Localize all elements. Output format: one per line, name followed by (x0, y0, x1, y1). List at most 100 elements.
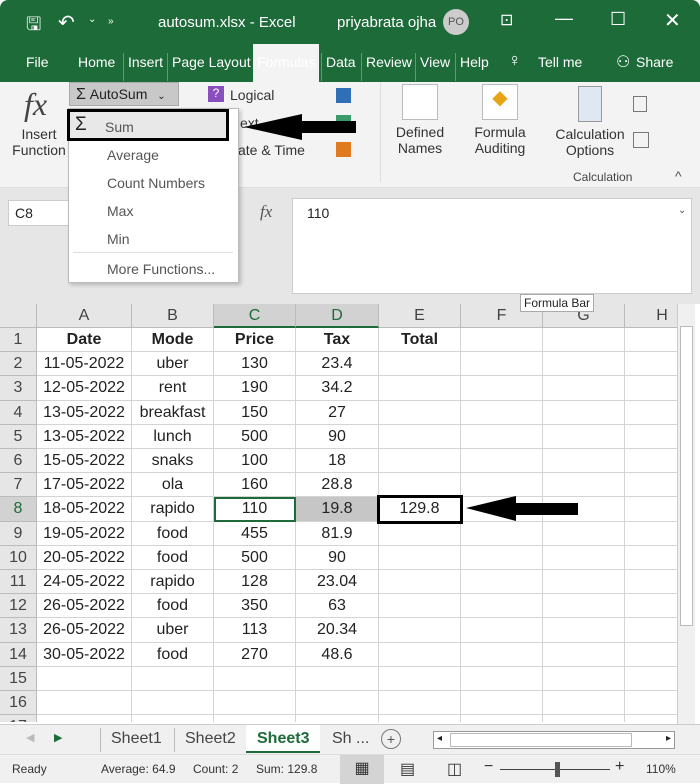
horizontal-scrollbar[interactable]: ◂ ▸ (433, 731, 675, 749)
row-header[interactable]: 9 (0, 521, 37, 546)
tab-file[interactable]: File (22, 53, 53, 81)
zoom-slider-thumb[interactable] (555, 762, 560, 777)
cell[interactable]: 100 (214, 449, 296, 474)
row-header[interactable]: 6 (0, 449, 37, 474)
cell[interactable]: 128 (214, 570, 296, 595)
cell[interactable]: 23.04 (296, 570, 379, 595)
cell[interactable] (214, 666, 296, 691)
row-header[interactable]: 17 (0, 715, 37, 722)
zoom-level[interactable]: 110% (646, 762, 676, 776)
maximize-icon[interactable]: ☐ (610, 9, 626, 30)
menu-item-min[interactable]: Min (107, 231, 130, 247)
row-header[interactable]: 2 (0, 352, 37, 377)
cell[interactable] (625, 328, 677, 353)
cell[interactable]: Mode (132, 328, 214, 353)
cell[interactable]: Price (214, 328, 296, 353)
row-header[interactable]: 7 (0, 473, 37, 498)
column-header-a[interactable]: A (37, 304, 132, 328)
add-sheet-icon[interactable]: + (381, 729, 401, 749)
cell[interactable] (543, 521, 625, 546)
cell[interactable] (625, 715, 677, 722)
cell[interactable] (625, 691, 677, 716)
row-header[interactable]: 4 (0, 400, 37, 425)
cell[interactable] (543, 449, 625, 474)
row-header[interactable]: 5 (0, 424, 37, 449)
calculation-options-button[interactable]: Calculation Options (552, 126, 628, 158)
cell[interactable] (625, 473, 677, 498)
cell[interactable] (543, 376, 625, 401)
tab-help[interactable]: Help (455, 53, 493, 81)
save-icon[interactable]: 🖫 (26, 12, 41, 42)
cell[interactable] (461, 400, 543, 425)
defined-names-button[interactable]: Defined Names (388, 124, 452, 156)
cell[interactable]: 130 (214, 352, 296, 377)
cell[interactable]: 13-05-2022 (37, 424, 132, 449)
scroll-left-icon[interactable]: ◂ (437, 733, 442, 744)
cell[interactable] (625, 425, 677, 449)
cell[interactable] (379, 400, 461, 425)
scroll-thumb[interactable] (680, 326, 693, 626)
cell[interactable]: 350 (214, 594, 296, 619)
scroll-left-icon[interactable]: ◀ (26, 731, 34, 744)
column-header-e[interactable]: E (379, 304, 461, 328)
row-header[interactable]: 8 (0, 497, 37, 522)
cell[interactable] (543, 570, 625, 595)
cell[interactable]: ola (132, 473, 214, 498)
page-break-view-icon[interactable]: ◫ (447, 759, 462, 779)
row-header[interactable]: 15 (0, 666, 37, 691)
cell[interactable]: 18-05-2022 (37, 497, 132, 522)
undo-icon[interactable]: ↶ (58, 10, 75, 35)
tell-me-search[interactable]: Tell me (534, 53, 586, 81)
cell[interactable]: 27 (296, 400, 379, 425)
cell[interactable]: 110 (214, 497, 296, 522)
cell[interactable] (543, 424, 625, 449)
cell[interactable] (625, 522, 677, 546)
cell[interactable] (543, 328, 625, 353)
cell[interactable] (625, 449, 677, 474)
cell[interactable]: uber (132, 352, 214, 377)
column-header-c[interactable]: C (214, 304, 296, 328)
cell[interactable] (461, 570, 543, 595)
row-header[interactable]: 13 (0, 618, 37, 643)
cell[interactable] (461, 424, 543, 449)
cell[interactable]: 24-05-2022 (37, 570, 132, 595)
cell[interactable] (625, 643, 677, 667)
cell[interactable] (37, 691, 132, 716)
cell[interactable]: Total (379, 328, 461, 353)
normal-view-icon[interactable]: ▦ (340, 755, 384, 784)
cell[interactable]: 160 (214, 473, 296, 498)
cell[interactable] (296, 691, 379, 716)
cell[interactable]: 90 (296, 545, 379, 570)
cell[interactable]: 48.6 (296, 642, 379, 667)
cell[interactable]: 18 (296, 449, 379, 474)
cell[interactable]: snaks (132, 449, 214, 474)
cell[interactable]: 13-05-2022 (37, 400, 132, 425)
scroll-right-icon[interactable]: ▶ (54, 731, 62, 744)
cell[interactable]: 500 (214, 545, 296, 570)
sheet-tab[interactable]: Sh ... (322, 728, 379, 752)
cell[interactable] (461, 691, 543, 716)
zoom-out-icon[interactable]: − (484, 758, 493, 776)
cell[interactable]: 12-05-2022 (37, 376, 132, 401)
cell[interactable]: Tax (296, 328, 379, 353)
chevron-down-icon[interactable]: ⌄ (88, 14, 96, 25)
share-button[interactable]: Share (632, 53, 677, 81)
cell[interactable] (461, 449, 543, 474)
cell[interactable]: 270 (214, 642, 296, 667)
cell[interactable] (625, 401, 677, 425)
column-header-d[interactable]: D (296, 304, 379, 328)
close-icon[interactable]: ✕ (664, 8, 681, 33)
cell[interactable]: 113 (214, 618, 296, 643)
menu-item-count-numbers[interactable]: Count Numbers (107, 175, 205, 191)
cell[interactable]: 19.8 (296, 497, 379, 522)
cell[interactable]: rapido (132, 570, 214, 595)
cell[interactable] (543, 400, 625, 425)
cell[interactable]: 455 (214, 521, 296, 546)
cell[interactable] (625, 570, 677, 595)
cell[interactable]: 500 (214, 424, 296, 449)
calculate-sheet-icon[interactable] (633, 132, 649, 148)
cell[interactable] (379, 594, 461, 619)
cell[interactable] (379, 376, 461, 401)
collapse-ribbon-icon[interactable]: ^ (675, 168, 682, 184)
cell[interactable] (461, 328, 543, 353)
